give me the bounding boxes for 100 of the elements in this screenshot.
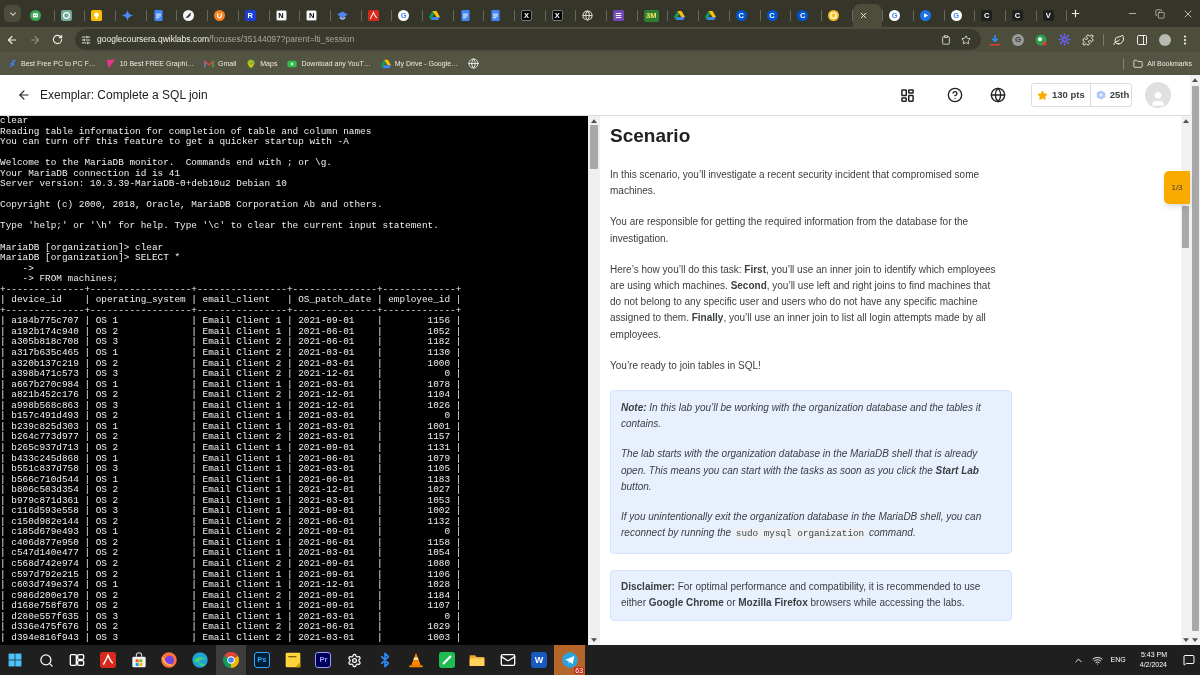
letter-logo[interactable]: G [1012,33,1024,46]
body-paragraph: You’re ready to join tables in SQL! [610,358,762,373]
section-heading: Scenario [610,124,691,148]
triangle-logo-icon [428,10,440,21]
mail-icon [204,58,214,69]
wifi-icon[interactable] [1091,654,1103,666]
terminal-line: +--------------+------------------+----------------+---------------+-------------+ [0,305,462,316]
terminal-line: +--------------+------------------+----------------+---------------+-------------+ [0,284,462,295]
bookmark-star-icon[interactable] [961,34,971,45]
globe-icon [582,10,594,21]
disclaimer-text: Disclaimer: For optimal performance and compatibility, it is recommended to use either Google Chrome or Mozilla Firefox browsers while accessing the labs. [621,580,982,610]
terminal-line: | b979c871d361 | OS 2 | Email Client 1 | 2021-03-01 | 1053 | [0,495,462,506]
slash-disc-icon [183,10,195,21]
terminal-line: | a320b137c219 | OS 2 | Email Client 2 | 2021-03-01 | 1000 | [0,358,462,369]
terminal-line: -> FROM machines; [21,274,119,285]
taskbar-app[interactable]: W [523,645,555,675]
terminal-line: | c568d742e974 | OS 2 | Email Client 2 | 2021-09-01 | 1080 | [0,558,462,570]
scroll-up-arrow-icon[interactable] [1192,78,1198,82]
notification-icon[interactable] [1183,654,1195,666]
folder-icon [1133,58,1144,69]
close-tab-icon[interactable] [858,11,868,20]
help-icon[interactable] [947,87,963,103]
terminal-line: Server version: 10.3.39-MariaDB-0+deb10u2 Debian 10 [0,179,287,190]
task-view-icon [69,652,85,668]
triangle-logo-icon [380,58,391,69]
points-label: 130 pts [1052,87,1085,102]
scrollbar-thumb[interactable] [1182,206,1189,248]
side-panel-icon[interactable] [1136,33,1148,46]
back-icon[interactable] [6,33,18,46]
body-paragraph: In this scenario, you’ll investigate a recent security incident that compromised some machines. [610,168,981,199]
progress-tab[interactable]: 1/3 [1164,171,1190,204]
globe-icon[interactable] [990,87,1006,103]
bookmark-item[interactable] [468,58,480,69]
lightning-icon [7,58,17,69]
scrollbar-thumb[interactable] [1191,86,1199,631]
app-letter-logo: W [530,652,547,668]
paper-plane-icon [561,652,578,668]
settings-icon [346,652,362,668]
scrollbar-thumb[interactable] [589,125,599,169]
terminal-line: | d280e557f635 | OS 3 | Email Client 1 | 2021-03-01 | 0 | [0,611,462,622]
terminal-line: | a398b471c573 | OS 3 | Email Client 2 | 2021-12-01 | 0 | [0,369,462,380]
dashboard-icon[interactable] [900,87,915,103]
reload-icon[interactable] [52,34,63,45]
address-bar[interactable]: googlecoursera.qwiklabs.com/focuses/35144097?parent=lti_session [75,29,981,50]
terminal-line: clear [0,116,29,127]
u-disc-icon [214,10,226,21]
play-disc-icon [919,10,931,21]
terminal-line: | c547d140e477 | OS 2 | Email Client 1 | 2021-03-01 | 1054 | [0,548,462,559]
terminal-line: | c603d749e374 | OS 1 | Email Client 1 | 2021-12-01 | 1028 | [0,580,462,591]
tab-search-button[interactable] [4,5,21,22]
terminal-line: | d394e816f943 | OS 3 | Email Client 2 | 2021-03-01 | 1003 | [0,632,462,644]
new-tab-icon[interactable] [1070,8,1082,19]
scroll-up-arrow-icon[interactable] [1182,119,1189,123]
terminal-line: | b157c491d493 | OS 2 | Email Client 1 | 2021-03-01 | 0 | [0,411,462,422]
globe-icon [468,58,480,69]
star-icon [1037,89,1048,101]
terminal-line: MariaDB [organization]> clear [0,242,164,253]
profile-avatar[interactable] [1159,33,1171,46]
ring-icon [827,10,839,21]
terminal-line: | b433c245d868 | OS 1 | Email Client 1 | 2021-06-01 | 1079 | [0,453,462,464]
folder-icon [469,652,486,668]
terminal-line: | a184b775c707 | OS 1 | Email Client 1 | 2021-09-01 | 1156 | [0,316,462,327]
ring-tile-icon [60,10,72,21]
note-paragraph: Note: In this lab you’ll be working with the organization database and the tables it contains. [621,401,982,432]
terminal-line: | a305b818c708 | OS 3 | Email Client 2 | 2021-06-01 | 1182 | [0,337,462,348]
video-icon [287,58,298,69]
taskbar-app[interactable] [215,645,247,675]
bulb-icon [91,10,103,21]
restore-icon[interactable] [1155,8,1165,19]
terminal-line: | b265c937d713 | OS 2 | Email Client 1 | 2021-09-01 | 1131 | [0,442,462,454]
body-paragraph: Here’s how you’ll do this task: First, you’ll use an inner join to identify which employees are using which machines. Second, you’ll use left and right joins to find machines that do not belong to any specific user and users who do not have any specific machine assigned to them. Finally, you’ll use an inner join to list all login attempts made by all employees. [610,262,997,342]
body-paragraph: You are responsible for getting the required information from the database for the investigation. [610,215,970,246]
sticky-note-icon [284,652,301,668]
download-icon [989,33,1001,46]
swoosh-tile-icon [99,652,116,668]
graduation-cap-icon [336,10,348,21]
list-icon [613,10,625,21]
scroll-down-arrow-icon[interactable] [591,638,597,642]
terminal-line: | d336e475f676 | OS 2 | Email Client 2 | 2021-06-01 | 1029 | [0,622,462,633]
scroll-up-arrow-icon[interactable] [591,119,597,123]
triangle-logo-icon [705,10,717,21]
note-paragraph: The lab starts with the organization database in the MariaDB shell that is already open. This means you can start with the tasks as soon as you click the Start Lab button. [621,447,980,494]
swoosh-tile-icon [367,10,379,21]
terminal-line: | c986d200e170 | OS 2 | Email Client 2 | 2021-09-01 | 1184 | [0,590,462,601]
terminal-line: You can turn off this feature to get a quicker startup with -A [0,137,349,148]
note-paragraph: If you unintentionally exit the organization database in the MariaDB shell, you can reconnect by running the sudo mysql organization command. [621,510,983,542]
clipboard-icon[interactable] [941,34,951,45]
terminal-line: -> [21,263,34,275]
sparkle-icon [122,10,134,21]
terminal-line: | a998b568c863 | OS 3 | Email Client 1 | 2021-12-01 | 1026 | [0,400,462,411]
terminal-line: Type 'help;' or '\h' for help. Type '\c' to clear the current input statement. [0,221,439,232]
puzzle-icon[interactable] [1082,33,1094,46]
robot-icon [30,10,41,21]
leaf-icon[interactable] [1113,33,1125,46]
pen-tile-icon [438,652,455,668]
terminal-line: | c150d982e144 | OS 2 | Email Client 2 | 2021-06-01 | 1132 | [0,516,462,527]
store-bag-icon [130,652,147,668]
terminal-line: | c116d593e558 | OS 3 | Email Client 1 | 2021-09-01 | 1002 | [0,506,462,517]
site-info-icon[interactable] [81,34,91,45]
terminal-line: | b551c837d758 | OS 3 | Email Client 1 | 2021-03-01 | 1105 | [0,464,462,475]
